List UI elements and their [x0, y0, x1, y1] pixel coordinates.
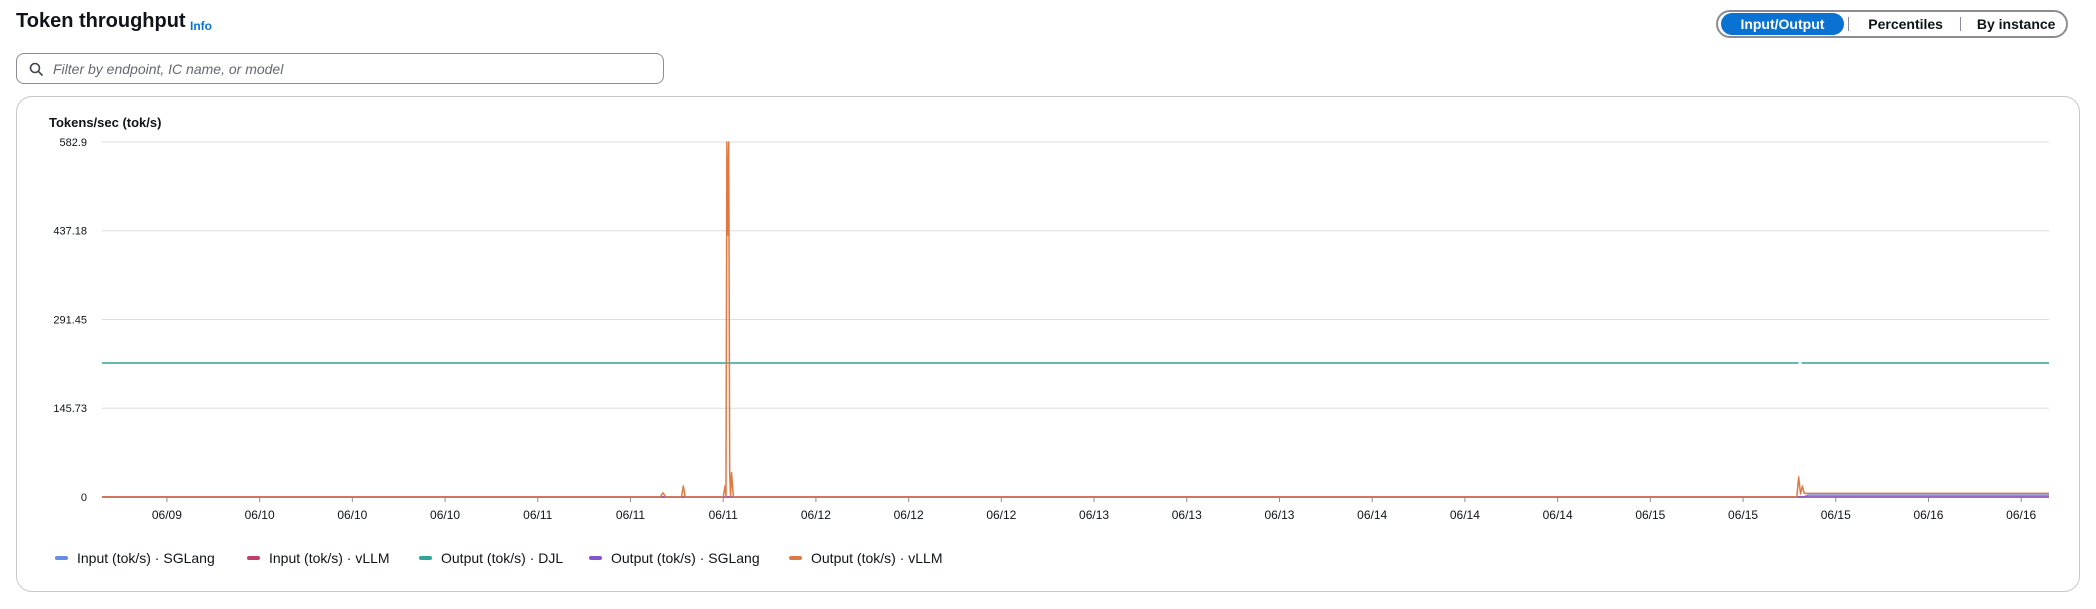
- x-tick-label: 06/11: [616, 508, 645, 522]
- toggle-divider: [1960, 17, 1962, 31]
- toggle-percentiles[interactable]: Percentiles: [1859, 13, 1953, 35]
- x-tick-label: 06/12: [894, 508, 924, 522]
- x-tick-label: 06/12: [986, 508, 1016, 522]
- x-tick-label: 06/14: [1357, 508, 1387, 522]
- x-tick-label: 06/13: [1264, 508, 1294, 522]
- x-tick-label: 06/10: [430, 508, 460, 522]
- x-tick-label: 06/15: [1635, 508, 1665, 522]
- toggle-input-output[interactable]: Input/Output: [1721, 13, 1844, 35]
- page-title: Token throughput: [16, 10, 186, 32]
- x-tick-label: 06/16: [2006, 508, 2036, 522]
- x-tick-label: 06/15: [1728, 508, 1758, 522]
- x-tick-label: 06/10: [337, 508, 367, 522]
- y-tick-label: 582.9: [59, 137, 87, 149]
- y-axis-title: Tokens/sec (tok/s): [49, 115, 161, 130]
- legend-label: Output (tok/s) · DJL: [441, 550, 563, 566]
- y-tick-label: 145.73: [53, 403, 87, 415]
- legend-swatch: [419, 556, 432, 560]
- legend-label: Input (tok/s) · vLLM: [269, 550, 390, 566]
- x-tick-label: 06/13: [1079, 508, 1109, 522]
- info-link[interactable]: Info: [190, 19, 212, 33]
- throughput-chart: Tokens/sec (tok/s) 582.9 437.18 291.45 145.7…: [49, 115, 2049, 566]
- filter-box: [16, 53, 664, 84]
- legend-label: Output (tok/s) · SGLang: [611, 550, 760, 566]
- x-tick-label: 06/15: [1821, 508, 1851, 522]
- legend-label: Input (tok/s) · SGLang: [77, 550, 215, 566]
- x-tick-label: 06/16: [1913, 508, 1943, 522]
- x-tick-label: 06/11: [709, 508, 738, 522]
- chart-panel: Tokens/sec (tok/s) 582.9 437.18 291.45 145.7…: [16, 96, 2080, 592]
- toggle-divider: [1847, 17, 1849, 31]
- legend-label: Output (tok/s) · vLLM: [811, 550, 942, 566]
- y-tick-label: 291.45: [53, 315, 87, 327]
- x-tick-label: 06/13: [1172, 508, 1202, 522]
- filter-input[interactable]: [51, 59, 645, 78]
- x-tick-label: 06/10: [245, 508, 275, 522]
- legend-swatch: [247, 556, 260, 560]
- search-icon: [29, 62, 43, 76]
- y-tick-label: 437.18: [53, 226, 87, 238]
- x-tick-label: 06/09: [152, 508, 182, 522]
- y-tick-label: 0: [81, 492, 87, 504]
- x-tick-label: 06/14: [1450, 508, 1480, 522]
- toggle-by-instance[interactable]: By instance: [1969, 13, 2063, 35]
- legend-swatch: [789, 556, 802, 560]
- legend-swatch: [589, 556, 602, 560]
- legend-swatch: [55, 556, 68, 560]
- view-toggle: Input/Output Percentiles By instance: [1716, 10, 2068, 38]
- x-tick-label: 06/11: [523, 508, 552, 522]
- x-tick-label: 06/14: [1543, 508, 1573, 522]
- x-tick-label: 06/12: [801, 508, 831, 522]
